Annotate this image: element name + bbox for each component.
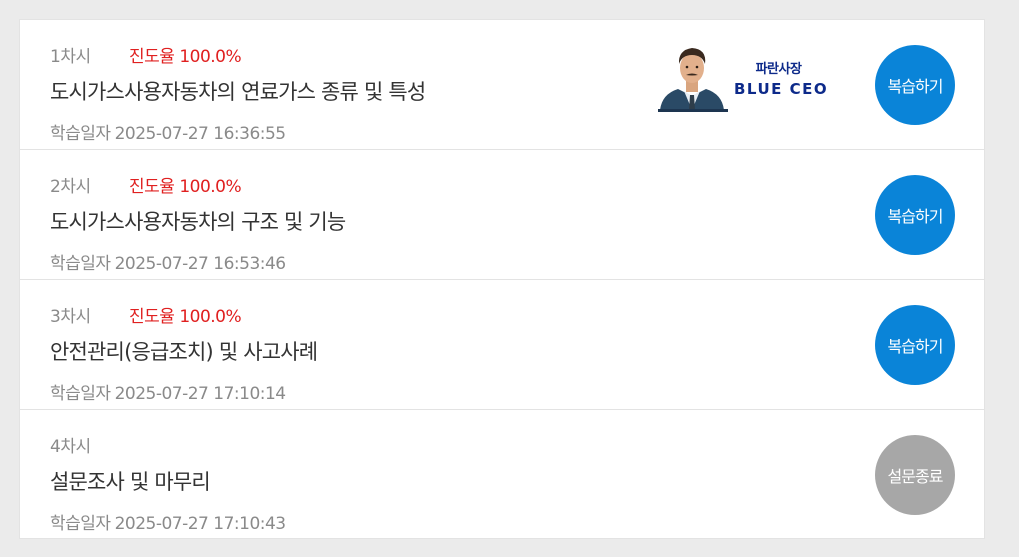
study-date: 학습일자 2025-07-27 16:36:55: [50, 119, 286, 144]
progress-rate: 진도율 100.0%: [129, 177, 242, 197]
study-date-label: 학습일자: [50, 514, 111, 534]
logo-english-text: BLUE CEO: [734, 80, 829, 98]
ceo-portrait-icon: [656, 42, 728, 112]
study-date: 학습일자 2025-07-27 17:10:14: [50, 379, 286, 404]
study-date-value: 2025-07-27 16:53:46: [114, 254, 287, 274]
session-row-1: 1차시 진도율 100.0% 도시가스사용자동차의 연료가스 종류 및 특성 학…: [20, 20, 984, 150]
session-title: 설문조사 및 마무리: [50, 470, 211, 494]
study-date-label: 학습일자: [50, 384, 111, 404]
study-date: 학습일자 2025-07-27 16:53:46: [50, 249, 286, 274]
logo-korean-text: 파란사장: [755, 62, 802, 77]
session-row-2: 2차시 진도율 100.0% 도시가스사용자동차의 구조 및 기능 학습일자 20…: [20, 150, 984, 280]
progress-rate: 진도율 100.0%: [129, 307, 242, 327]
session-number: 4차시: [50, 437, 91, 457]
review-button[interactable]: 복습하기: [875, 45, 955, 125]
session-list: 1차시 진도율 100.0% 도시가스사용자동차의 연료가스 종류 및 특성 학…: [19, 19, 985, 539]
survey-complete-button[interactable]: 설문종료: [875, 435, 955, 515]
blue-ceo-logo: 파란사장 BLUE CEO: [656, 42, 831, 112]
session-title: 도시가스사용자동차의 구조 및 기능: [50, 210, 346, 234]
study-date-value: 2025-07-27 16:36:55: [114, 124, 287, 144]
session-row-3: 3차시 진도율 100.0% 안전관리(응급조치) 및 사고사례 학습일자 202…: [20, 280, 984, 410]
session-number: 2차시: [50, 177, 91, 197]
session-row-4: 4차시 설문조사 및 마무리 학습일자 2025-07-27 17:10:43 설…: [20, 410, 984, 540]
progress-rate: 진도율 100.0%: [129, 47, 242, 67]
study-date: 학습일자 2025-07-27 17:10:43: [50, 509, 286, 534]
study-date-value: 2025-07-27 17:10:43: [114, 514, 287, 534]
study-date-label: 학습일자: [50, 124, 111, 144]
review-button[interactable]: 복습하기: [875, 305, 955, 385]
review-button[interactable]: 복습하기: [875, 175, 955, 255]
session-number: 1차시: [50, 47, 91, 67]
study-date-value: 2025-07-27 17:10:14: [114, 384, 287, 404]
session-title: 안전관리(응급조치) 및 사고사례: [50, 340, 318, 364]
session-title: 도시가스사용자동차의 연료가스 종류 및 특성: [50, 80, 426, 104]
study-date-label: 학습일자: [50, 254, 111, 274]
session-number: 3차시: [50, 307, 91, 327]
